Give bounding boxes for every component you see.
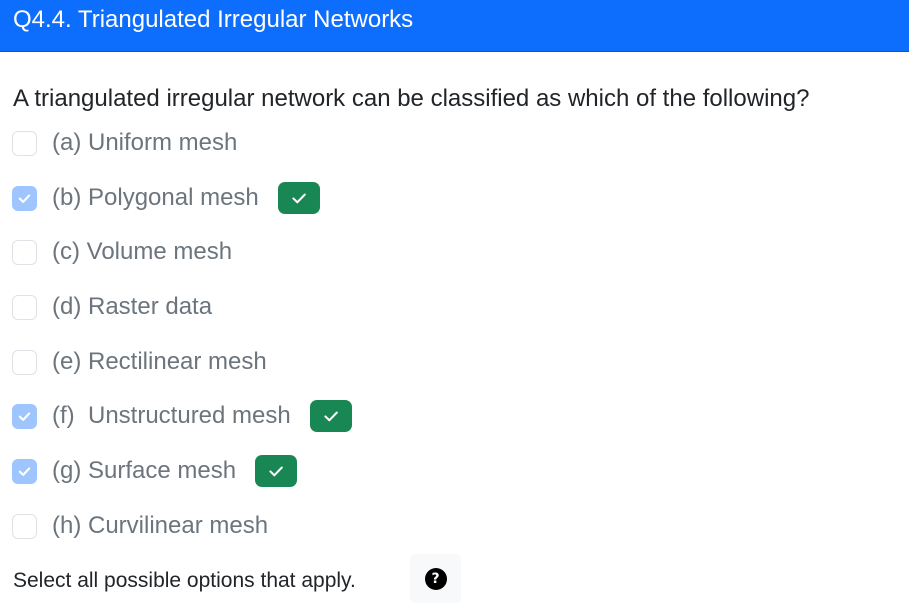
checkbox[interactable] [12, 513, 37, 539]
option-g[interactable]: (g) Surface mesh [12, 455, 298, 487]
checkbox[interactable] [12, 130, 37, 156]
option-c[interactable]: (c) Volume mesh [12, 237, 232, 267]
option-label: (g) Surface mesh [52, 457, 237, 484]
checkbox[interactable] [12, 458, 37, 484]
option-label: (e) Rectilinear mesh [52, 348, 267, 375]
option-h[interactable]: (h) Curvilinear mesh [12, 511, 268, 541]
checkmark-icon [18, 193, 31, 203]
checkbox[interactable] [12, 185, 37, 211]
option-label: (f) Unstructured mesh [52, 402, 291, 429]
checkmark-icon [18, 466, 31, 476]
check-icon [269, 466, 283, 477]
correct-badge [255, 455, 298, 487]
checkmark-icon [18, 411, 31, 421]
option-label: (a) Uniform mesh [52, 129, 238, 156]
checkbox[interactable] [12, 239, 37, 265]
question-circle-icon: ? [424, 567, 447, 590]
option-d[interactable]: (d) Raster data [12, 292, 212, 322]
checkbox[interactable] [12, 294, 37, 320]
checkbox[interactable] [12, 349, 37, 375]
question-title: Q4.4. Triangulated Irregular Networks [13, 6, 414, 33]
check-icon [324, 411, 338, 422]
checkbox[interactable] [12, 403, 37, 429]
check-icon [292, 193, 306, 204]
question-prompt: A triangulated irregular network can be … [13, 85, 810, 112]
question-header: Q4.4. Triangulated Irregular Networks [0, 0, 909, 52]
option-b[interactable]: (b) Polygonal mesh [12, 182, 320, 214]
option-label: (h) Curvilinear mesh [52, 512, 269, 539]
option-label: (b) Polygonal mesh [52, 184, 259, 211]
option-label: (c) Volume mesh [52, 238, 233, 265]
help-button[interactable]: ? [410, 554, 461, 603]
option-label: (d) Raster data [52, 293, 213, 320]
option-e[interactable]: (e) Rectilinear mesh [12, 347, 267, 377]
correct-badge [309, 400, 352, 432]
correct-badge [277, 182, 320, 214]
option-f[interactable]: (f) Unstructured mesh [12, 400, 352, 432]
option-a[interactable]: (a) Uniform mesh [12, 128, 237, 158]
instruction-text: Select all possible options that apply. [13, 569, 356, 592]
